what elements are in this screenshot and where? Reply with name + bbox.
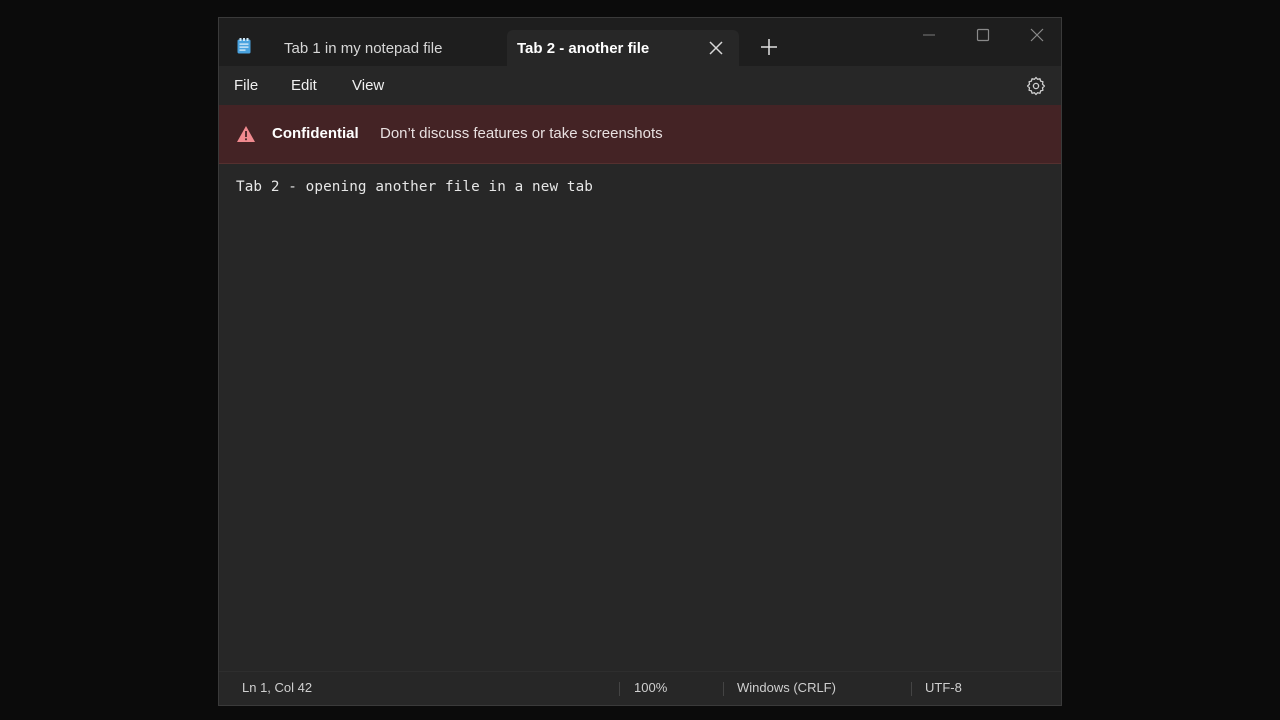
notepad-icon xyxy=(237,38,251,54)
tab-1[interactable]: Tab 1 in my notepad file xyxy=(267,30,507,66)
menu-file[interactable]: File xyxy=(234,77,258,94)
text-editor[interactable]: Tab 2 - opening another file in a new ta… xyxy=(219,164,1061,674)
close-icon[interactable] xyxy=(707,39,725,57)
menu-edit[interactable]: Edit xyxy=(291,77,317,94)
maximize-icon[interactable] xyxy=(975,27,991,43)
banner-title: Confidential xyxy=(272,125,359,142)
status-divider xyxy=(619,682,620,696)
warning-icon xyxy=(237,126,255,142)
encoding[interactable]: UTF-8 xyxy=(925,680,962,695)
cursor-position: Ln 1, Col 42 xyxy=(242,680,313,695)
status-divider xyxy=(911,682,912,696)
banner-message: Don’t discuss features or take screensho… xyxy=(380,125,663,142)
status-bar: Ln 1, Col 42 100% Windows (CRLF) UTF-8 xyxy=(219,671,1061,705)
zoom-level[interactable]: 100% xyxy=(634,680,667,695)
menu-bar: File Edit View xyxy=(219,66,1061,106)
plus-icon[interactable] xyxy=(759,37,779,57)
tab-label: Tab 2 - another file xyxy=(517,39,650,57)
editor-content[interactable]: Tab 2 - opening another file in a new ta… xyxy=(236,179,593,195)
gear-icon[interactable] xyxy=(1026,76,1046,96)
close-window-icon[interactable] xyxy=(1029,27,1045,43)
minimize-icon[interactable] xyxy=(921,27,937,43)
tab-label: Tab 1 in my notepad file xyxy=(284,39,443,57)
title-bar: Tab 1 in my notepad file Tab 2 - another… xyxy=(219,18,1061,66)
notepad-window: Tab 1 in my notepad file Tab 2 - another… xyxy=(218,17,1062,706)
status-divider xyxy=(723,682,724,696)
line-ending[interactable]: Windows (CRLF) xyxy=(737,680,836,695)
menu-view[interactable]: View xyxy=(352,77,384,94)
confidential-banner: Confidential Don’t discuss features or t… xyxy=(219,105,1061,164)
tab-2-active[interactable]: Tab 2 - another file xyxy=(507,30,739,66)
